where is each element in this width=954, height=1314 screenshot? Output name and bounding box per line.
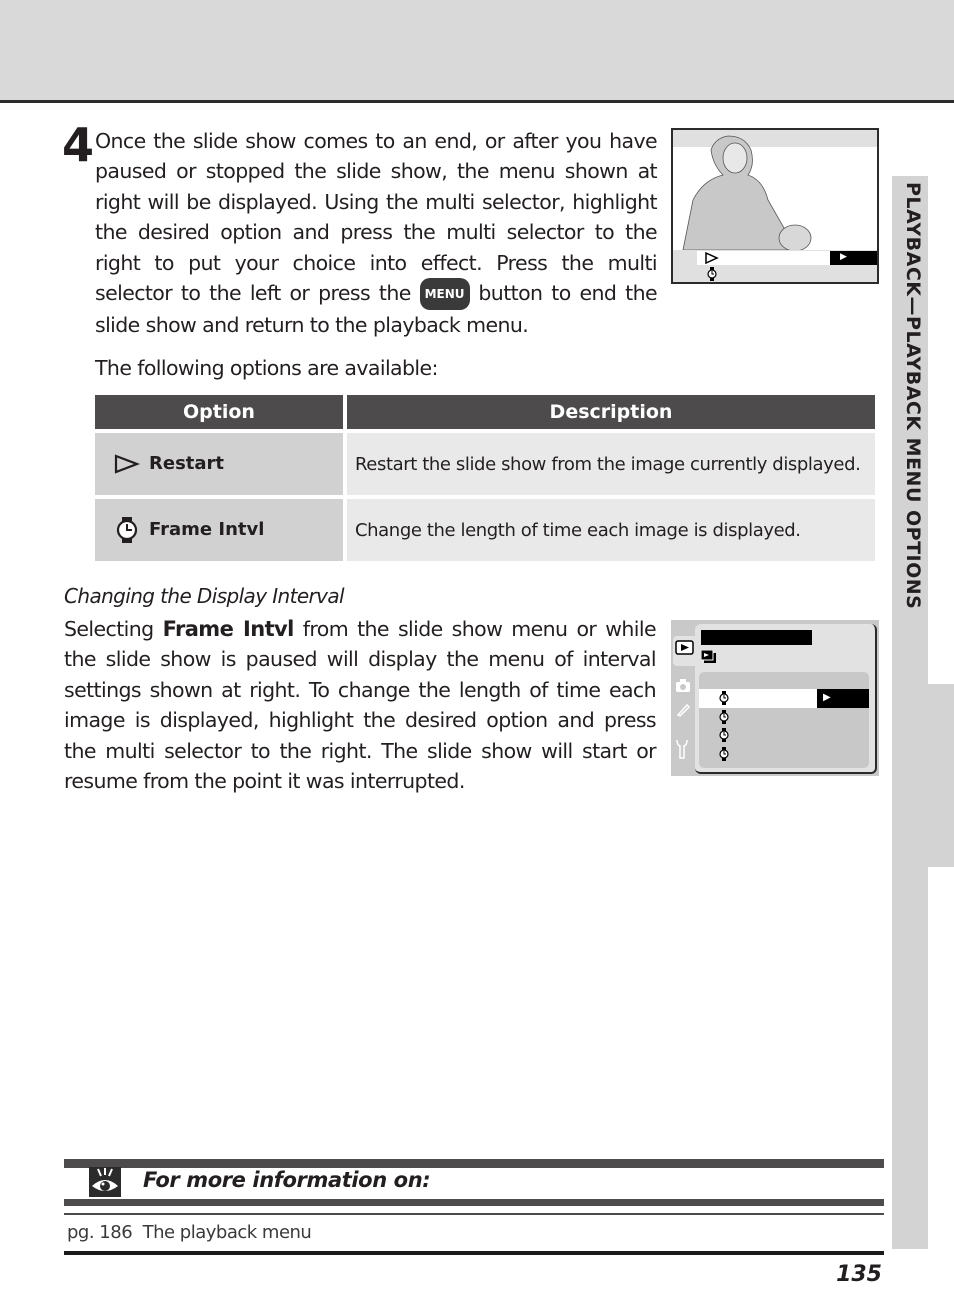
- menu-title-bar: [701, 630, 812, 645]
- info-box-top-rule: [64, 1159, 884, 1168]
- arrow-right-icon: ▶: [840, 252, 847, 262]
- description-cell: Change the length of time each image is …: [347, 499, 875, 561]
- options-table: Option Description Restart Restart the s…: [91, 391, 879, 565]
- playback-tab-icon: [675, 640, 694, 655]
- pencil-tab-icon: [676, 703, 691, 717]
- info-reference[interactable]: pg. 186 The playback menu: [67, 1222, 312, 1243]
- menu-row-selector: ▶: [830, 251, 877, 265]
- subsection-paragraph: Selecting Frame Intvl from the slide sho…: [64, 614, 657, 796]
- watch-icon: [719, 691, 729, 705]
- info-box-bottom-rule: [64, 1199, 884, 1206]
- info-box-title: For more information on:: [143, 1168, 431, 1192]
- arrow-right-icon: ▶: [823, 692, 831, 703]
- side-tab-label: PLAYBACK—PLAYBACK MENU OPTIONS: [902, 182, 924, 610]
- step-paragraph: Once the slide show comes to an end, or …: [95, 126, 658, 341]
- slideshow-menu-screenshot: ▶: [671, 128, 879, 284]
- watch-icon: [116, 517, 138, 543]
- watch-icon[interactable]: [719, 747, 729, 761]
- header-description: Description: [347, 395, 875, 429]
- option-name: Frame Intvl: [149, 519, 265, 540]
- menu-button-icon: MENU: [419, 278, 470, 311]
- play-outline-icon: [114, 454, 141, 474]
- option-name: Restart: [149, 453, 225, 474]
- step-number: 4: [62, 118, 95, 172]
- page-number: 135: [836, 1262, 882, 1287]
- eye-icon: [89, 1167, 121, 1197]
- subsection-text-2: from the slide show menu or while the sl…: [64, 617, 657, 794]
- reference-page: pg. 186: [67, 1222, 133, 1243]
- description-cell: Restart the slide show from the image cu…: [347, 433, 875, 495]
- slideshow-icon: [701, 650, 716, 663]
- info-box-divider: [64, 1213, 884, 1215]
- table-row: Frame Intvl Change the length of time ea…: [95, 499, 875, 561]
- step-text-1: Once the slide show comes to an end, or …: [95, 129, 658, 306]
- options-intro: The following options are available:: [95, 356, 438, 380]
- watch-icon: [707, 267, 717, 281]
- subsection-bold-term: Frame Intvl: [162, 617, 295, 641]
- selector-highlight: ▶: [817, 689, 869, 708]
- watch-icon[interactable]: [719, 728, 729, 742]
- play-outline-icon: [705, 252, 719, 264]
- reference-topic: The playback menu: [142, 1222, 312, 1243]
- table-row: Restart Restart the slide show from the …: [95, 433, 875, 495]
- camera-tab-icon: [676, 679, 690, 692]
- wrench-tab-icon: [676, 739, 688, 759]
- interval-menu-screenshot: ▶: [671, 620, 879, 776]
- option-cell: Restart: [95, 433, 343, 495]
- subsection-title: Changing the Display Interval: [64, 584, 345, 608]
- info-box-end-rule: [64, 1251, 884, 1255]
- side-tab-marker: [928, 684, 954, 867]
- header-option: Option: [95, 395, 343, 429]
- subsection-text-1: Selecting: [64, 617, 163, 641]
- option-cell: Frame Intvl: [95, 499, 343, 561]
- watch-icon[interactable]: [719, 710, 729, 724]
- page-header-band: [0, 0, 954, 103]
